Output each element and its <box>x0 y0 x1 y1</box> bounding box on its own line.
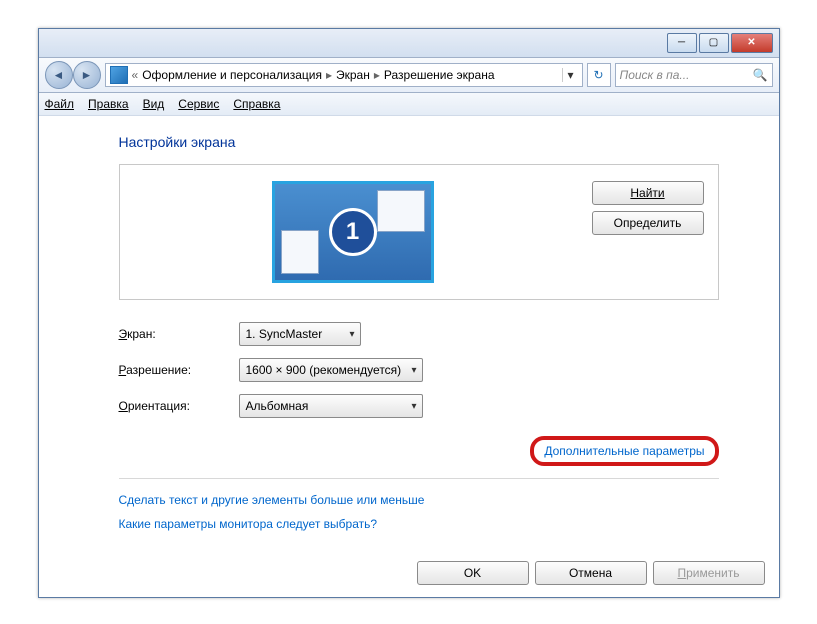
address-breadcrumb[interactable]: « Оформление и персонализация ▸ Экран ▸ … <box>105 63 583 87</box>
apply-button: Применить <box>653 561 765 585</box>
page-title: Настройки экрана <box>119 134 719 150</box>
nav-forward-button[interactable]: ► <box>73 61 101 89</box>
chevron-right-icon: ▸ <box>324 68 334 82</box>
breadcrumb-dropdown[interactable]: ▾ <box>562 68 577 82</box>
breadcrumb-seg-1[interactable]: Оформление и персонализация <box>142 68 322 82</box>
menu-help[interactable]: Справка <box>233 97 280 111</box>
detect-button[interactable]: Определить <box>592 211 704 235</box>
control-panel-window: ─ ▢ ✕ ◄ ► « Оформление и персонализация … <box>38 28 780 598</box>
close-button[interactable]: ✕ <box>731 33 773 53</box>
nav-back-button[interactable]: ◄ <box>45 61 73 89</box>
search-placeholder: Поиск в па... <box>620 68 690 82</box>
text-size-link[interactable]: Сделать текст и другие элементы больше и… <box>119 493 425 507</box>
dialog-buttons: OK Отмена Применить <box>39 549 779 597</box>
resolution-label: Разрешение: <box>119 363 239 377</box>
resolution-row: Разрешение: 1600 × 900 (рекомендуется) <box>119 358 719 382</box>
control-panel-icon <box>110 66 128 84</box>
monitor-preview-box: 1 Найти Определить <box>119 164 719 300</box>
search-input[interactable]: Поиск в па... 🔍 <box>615 63 773 87</box>
orientation-combo[interactable]: Альбомная <box>239 394 423 418</box>
find-button[interactable]: Найти <box>592 181 704 205</box>
menubar: Файл Правка Вид Сервис Справка <box>39 93 779 116</box>
preview-window-icon <box>377 190 425 232</box>
cancel-button[interactable]: Отмена <box>535 561 647 585</box>
content-area: Настройки экрана 1 Найти Определить Экра… <box>39 116 779 549</box>
monitor-preview-area[interactable]: 1 <box>134 181 572 283</box>
display-label: Экран: <box>119 327 239 341</box>
menu-view[interactable]: Вид <box>143 97 165 111</box>
titlebar: ─ ▢ ✕ <box>39 29 779 58</box>
ok-button[interactable]: OK <box>417 561 529 585</box>
search-icon: 🔍 <box>753 68 768 82</box>
which-settings-link[interactable]: Какие параметры монитора следует выбрать… <box>119 517 378 531</box>
minimize-button[interactable]: ─ <box>667 33 697 53</box>
navbar: ◄ ► « Оформление и персонализация ▸ Экра… <box>39 58 779 93</box>
display-row: Экран: 1. SyncMaster <box>119 322 719 346</box>
monitor-number-badge: 1 <box>329 208 377 256</box>
breadcrumb-sep: « <box>130 68 141 82</box>
refresh-button[interactable]: ↻ <box>587 63 611 87</box>
menu-tools[interactable]: Сервис <box>178 97 219 111</box>
resolution-combo[interactable]: 1600 × 900 (рекомендуется) <box>239 358 423 382</box>
breadcrumb-seg-2[interactable]: Экран <box>336 68 370 82</box>
breadcrumb-seg-3[interactable]: Разрешение экрана <box>384 68 495 82</box>
advanced-link-highlight: Дополнительные параметры <box>530 436 718 466</box>
monitor-thumbnail[interactable]: 1 <box>272 181 434 283</box>
orientation-label: Ориентация: <box>119 399 239 413</box>
advanced-link-row: Дополнительные параметры <box>119 436 719 466</box>
preview-buttons: Найти Определить <box>592 181 704 283</box>
orientation-row: Ориентация: Альбомная <box>119 394 719 418</box>
menu-edit[interactable]: Правка <box>88 97 129 111</box>
display-combo[interactable]: 1. SyncMaster <box>239 322 361 346</box>
divider <box>119 478 719 479</box>
preview-window-icon <box>281 230 319 274</box>
advanced-settings-link[interactable]: Дополнительные параметры <box>544 444 704 458</box>
menu-file[interactable]: Файл <box>45 97 75 111</box>
chevron-right-icon: ▸ <box>372 68 382 82</box>
nav-arrows: ◄ ► <box>45 61 101 89</box>
maximize-button[interactable]: ▢ <box>699 33 729 53</box>
